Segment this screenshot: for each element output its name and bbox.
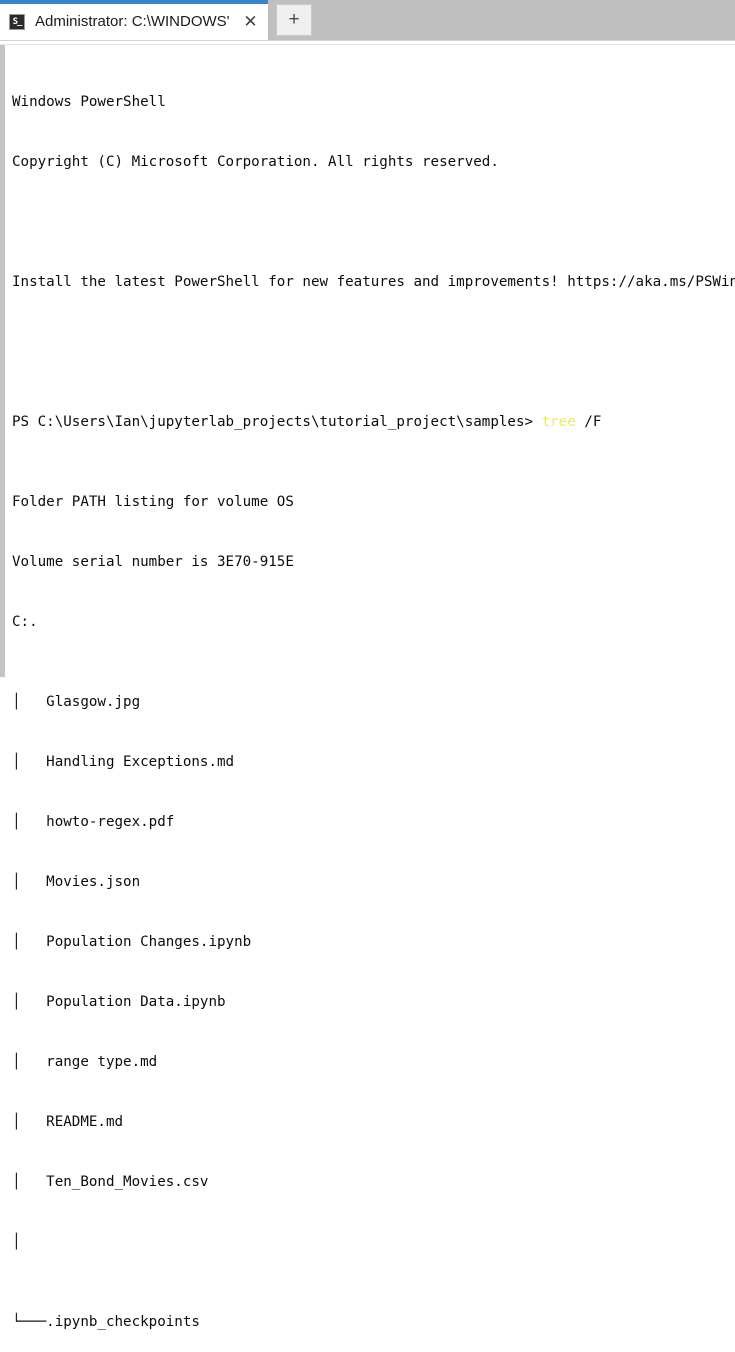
command-arguments: /F bbox=[575, 414, 602, 430]
close-icon[interactable]: ✕ bbox=[242, 13, 259, 30]
tree-file-line: │ range type.md bbox=[12, 1054, 158, 1070]
new-tab-button[interactable]: + bbox=[276, 4, 312, 36]
upgrade-notice-line: Install the latest PowerShell for new fe… bbox=[12, 274, 735, 290]
banner-line: Copyright (C) Microsoft Corporation. All… bbox=[12, 154, 499, 170]
tree-file-line: │ howto-regex.pdf bbox=[12, 814, 175, 830]
console-output[interactable]: Windows PowerShell Copyright (C) Microso… bbox=[5, 45, 735, 1330]
tree-file-line: │ README.md bbox=[12, 1114, 124, 1130]
typed-command: tree bbox=[541, 414, 576, 430]
window-title-bar: S_ Administrator: C:\WINDOWS' ✕ + bbox=[0, 0, 735, 40]
tree-root-line: C:. bbox=[12, 614, 38, 630]
terminal-tab[interactable]: S_ Administrator: C:\WINDOWS' ✕ bbox=[0, 0, 268, 40]
tree-file-line: │ Population Changes.ipynb bbox=[12, 934, 252, 950]
tree-file-line: │ Handling Exceptions.md bbox=[12, 754, 235, 770]
tree-file-line: │ Population Data.ipynb bbox=[12, 994, 226, 1010]
tree-file-line: │ Movies.json bbox=[12, 874, 141, 890]
banner-line: Windows PowerShell bbox=[12, 94, 166, 110]
console-area: Windows PowerShell Copyright (C) Microso… bbox=[0, 45, 735, 1330]
prompt-path: PS C:\Users\Ian\jupyterlab_projects\tuto… bbox=[12, 414, 542, 430]
powershell-prompt-icon: S_ bbox=[9, 13, 25, 30]
tab-active-accent bbox=[0, 0, 268, 4]
tree-directory-line: └───.ipynb_checkpoints bbox=[12, 1314, 200, 1330]
tree-header-line: Volume serial number is 3E70-915E bbox=[12, 554, 294, 570]
title-bar-drag-region bbox=[312, 0, 735, 40]
tree-header-line: Folder PATH listing for volume OS bbox=[12, 494, 294, 510]
tab-title: Administrator: C:\WINDOWS' bbox=[35, 13, 230, 30]
prompt-line-with-command: PS C:\Users\Ian\jupyterlab_projects\tuto… bbox=[12, 412, 735, 432]
tree-spacer-line: │ bbox=[12, 1234, 47, 1250]
tree-file-line: │ Glasgow.jpg bbox=[12, 694, 141, 710]
tree-file-line: │ Ten_Bond_Movies.csv bbox=[12, 1174, 209, 1190]
